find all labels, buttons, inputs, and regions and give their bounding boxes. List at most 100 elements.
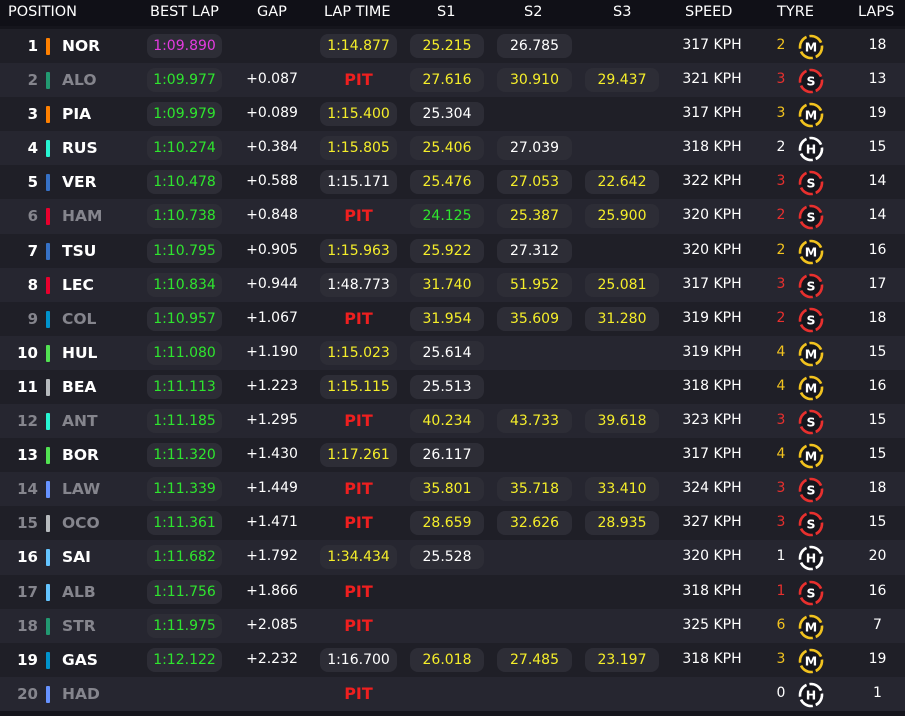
lap-time: 1:48.773 (320, 272, 397, 297)
tyre-compound-icon: S (798, 171, 824, 196)
tyre-compound-icon: M (798, 375, 824, 401)
header-position[interactable]: POSITION (8, 4, 77, 20)
sector-s1-time: 26.117 (410, 443, 484, 468)
tyre-age: 1 (776, 582, 786, 599)
tyre-compound-icon: M (798, 239, 824, 264)
table-row[interactable]: 18 STR 1:11.975 +2.085 PIT 325 KPH 6 M 7 (0, 608, 905, 643)
position-number: 19 (17, 650, 38, 669)
team-color-bar (46, 72, 50, 90)
speed-value: 318 KPH (682, 650, 742, 667)
table-row[interactable]: 6 HAM 1:10.738 +0.848 PIT 24.125 25.387 25.900 3… (0, 199, 905, 234)
table-row[interactable]: 13 BOR 1:11.320 +1.430 1:17.261 26.117 317 KPH… (0, 438, 905, 473)
sector-s1-time: 25.528 (410, 545, 484, 570)
sector-s3-time: 33.410 (585, 477, 659, 502)
table-row[interactable]: 2 ALO 1:09.977 +0.087 PIT 27.616 30.910 29.437 3… (0, 63, 905, 98)
header-best-lap[interactable]: BEST LAP (150, 4, 219, 20)
position-number: 17 (17, 582, 38, 601)
tyre-age: 4 (776, 343, 786, 360)
driver-code: HUL (62, 343, 98, 362)
driver-code: SAI (62, 548, 91, 567)
tyre-compound-letter: H (806, 551, 816, 566)
header-gap[interactable]: GAP (257, 4, 287, 20)
table-row[interactable]: 17 ALB 1:11.756 +1.866 PIT 318 KPH 1 S 16 (0, 574, 905, 609)
table-row[interactable]: 15 OCO 1:11.361 +1.471 PIT 28.659 32.626 28.935… (0, 506, 905, 541)
tyre-age: 6 (776, 616, 786, 633)
sector-s1-time: 25.406 (410, 136, 484, 161)
best-lap-time: 1:10.478 (147, 170, 222, 195)
speed-value: 319 KPH (682, 309, 742, 326)
lap-time: 1:15.805 (320, 136, 397, 161)
pit-status: PIT (344, 206, 373, 226)
tyre-age: 3 (776, 412, 786, 429)
tyre-compound-letter: M (805, 380, 817, 395)
speed-value: 317 KPH (682, 446, 742, 463)
best-lap-time: 1:11.113 (147, 374, 222, 399)
table-row[interactable]: 9 COL 1:10.957 +1.067 PIT 31.954 35.609 31.280 3… (0, 301, 905, 336)
driver-code: HAM (62, 207, 103, 226)
gap-value: +1.223 (246, 377, 298, 394)
header-s2[interactable]: S2 (524, 4, 542, 20)
header-s3[interactable]: S3 (613, 4, 631, 20)
sector-s2-time: 27.039 (497, 136, 572, 161)
lap-time: 1:34.434 (320, 545, 397, 570)
tyre-compound-letter: M (805, 244, 817, 259)
lap-time: 1:14.877 (320, 34, 397, 58)
header-tyre[interactable]: TYRE (777, 4, 814, 20)
team-color-bar (46, 208, 50, 226)
table-row[interactable]: 14 LAW 1:11.339 +1.449 PIT 35.801 35.718 33.410… (0, 472, 905, 507)
table-row[interactable]: 4 RUS 1:10.274 +0.384 1:15.805 25.406 27.039 31… (0, 131, 905, 166)
table-row[interactable]: 1 NOR 1:09.890 1:14.877 25.215 26.785 317 KPH 2… (0, 29, 905, 64)
header-laps[interactable]: LAPS (858, 4, 894, 20)
tyre-compound-icon: S (798, 205, 824, 230)
table-row[interactable]: 11 BEA 1:11.113 +1.223 1:15.115 25.513 318 KPH… (0, 369, 905, 405)
table-row[interactable]: 12 ANT 1:11.185 +1.295 PIT 40.234 43.733 39.618… (0, 404, 905, 439)
header-speed[interactable]: SPEED (685, 4, 732, 20)
header-s1[interactable]: S1 (437, 4, 455, 20)
driver-rows: 1 NOR 1:09.890 1:14.877 25.215 26.785 317 KPH 2… (0, 29, 905, 711)
gap-value: +0.089 (246, 105, 298, 122)
driver-code: ANT (62, 412, 98, 431)
position-number: 9 (27, 309, 38, 328)
team-color-bar (46, 38, 50, 55)
tyre-compound-letter: H (806, 687, 816, 702)
laps-count: 18 (868, 37, 887, 53)
table-row[interactable]: 7 TSU 1:10.795 +0.905 1:15.963 25.922 27.312 32… (0, 233, 905, 268)
sector-s2-time: 30.910 (497, 68, 572, 93)
sector-s1-time: 25.614 (410, 340, 484, 365)
laps-count: 17 (868, 275, 887, 292)
tyre-compound-icon: S (798, 477, 824, 503)
table-row[interactable]: 16 SAI 1:11.682 +1.792 1:34.434 25.528 320 KPH… (0, 540, 905, 575)
driver-code: NOR (62, 37, 101, 55)
team-color-bar (46, 583, 50, 601)
team-color-bar (46, 481, 50, 499)
best-lap-time: 1:12.122 (147, 647, 222, 672)
sector-s2-time: 32.626 (497, 511, 572, 536)
table-row[interactable]: 20 HAD PIT 0 H 1 (0, 676, 905, 711)
table-row[interactable]: 3 PIA 1:09.979 +0.089 1:15.400 25.304 317 KPH 3… (0, 97, 905, 132)
laps-count: 13 (868, 71, 887, 88)
speed-value: 320 KPH (682, 241, 742, 258)
gap-value: +1.471 (246, 514, 298, 531)
table-row[interactable]: 10 HUL 1:11.080 +1.190 1:15.023 25.614 319 KPH… (0, 335, 905, 370)
gap-value: +2.085 (246, 616, 298, 633)
table-row[interactable]: 19 GAS 1:12.122 +2.232 1:16.700 26.018 27.485 2… (0, 642, 905, 677)
header-lap-time[interactable]: LAP TIME (324, 4, 391, 20)
position-number: 10 (17, 343, 38, 362)
best-lap-time: 1:11.756 (147, 579, 222, 604)
laps-count: 15 (868, 412, 887, 429)
tyre-compound-letter: S (806, 312, 815, 327)
best-lap-time: 1:11.080 (147, 340, 222, 365)
table-row[interactable]: 5 VER 1:10.478 +0.588 1:15.171 25.476 27.053 22… (0, 165, 905, 200)
laps-count: 7 (873, 616, 882, 633)
tyre-age: 3 (776, 275, 786, 292)
speed-value: 317 KPH (682, 105, 742, 122)
sector-s1-time: 25.215 (410, 34, 484, 58)
driver-code: STR (62, 616, 96, 635)
position-number: 20 (17, 684, 38, 703)
speed-value: 317 KPH (682, 275, 742, 292)
gap-value: +0.944 (246, 275, 298, 292)
table-row[interactable]: 8 LEC 1:10.834 +0.944 1:48.773 31.740 51.952 25… (0, 267, 905, 302)
gap-value: +2.232 (246, 650, 298, 667)
driver-code: ALO (62, 71, 97, 90)
tyre-age: 3 (776, 173, 786, 190)
